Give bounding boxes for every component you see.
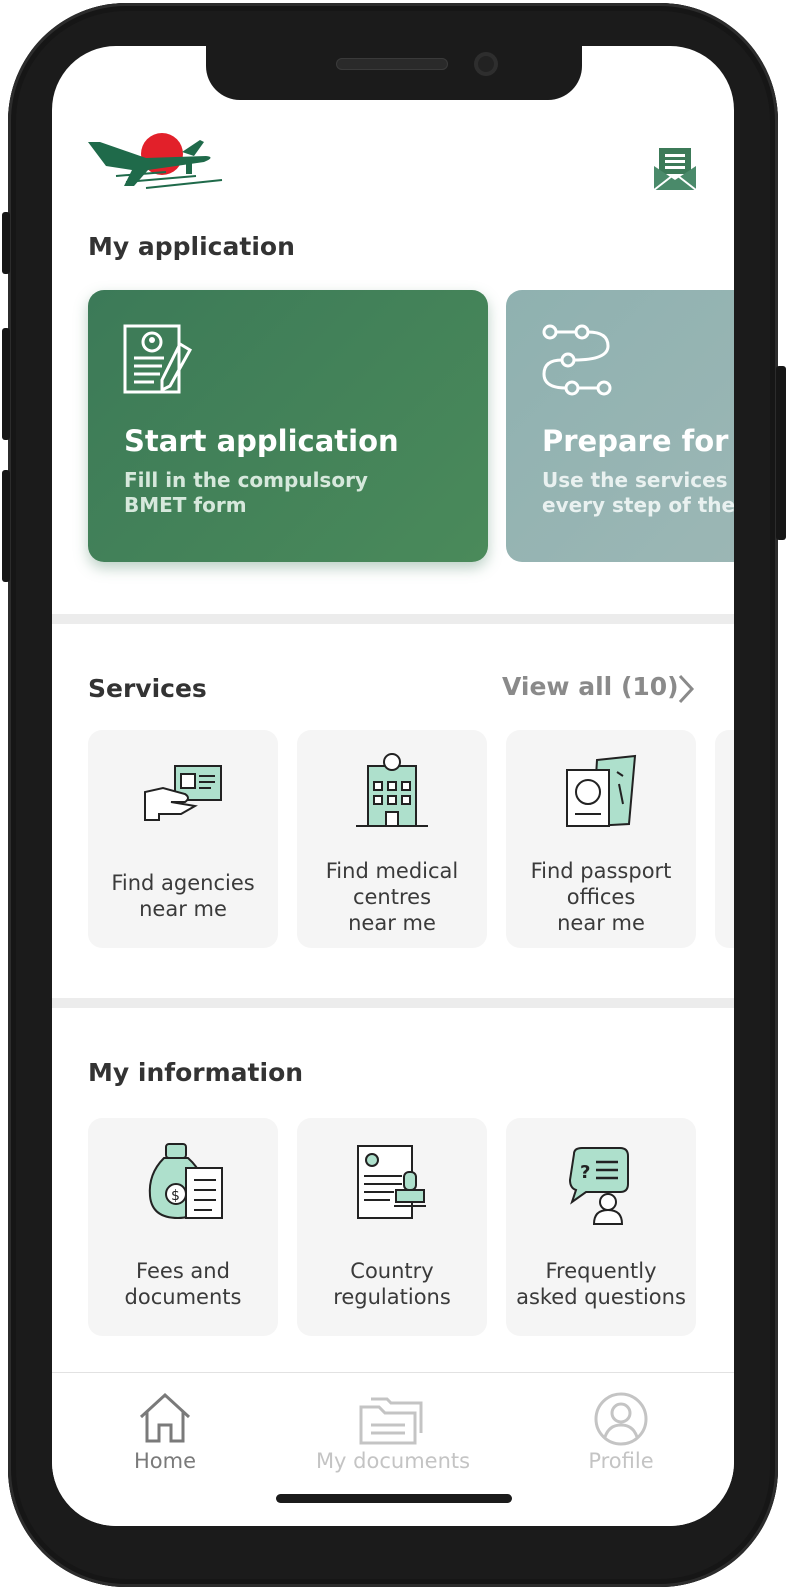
subtitle-line: every step of the way — [542, 493, 734, 517]
label-line: Fees and — [136, 1259, 230, 1283]
subtitle-line: BMET form — [124, 493, 247, 517]
volume-up-button — [2, 328, 10, 440]
airplane-sun-logo-icon — [88, 133, 223, 189]
label-line: near me — [557, 911, 645, 935]
application-form-icon — [123, 324, 193, 394]
tile-label: Find passport offices near me — [506, 858, 696, 936]
nav-my-documents[interactable]: My documents — [303, 1373, 483, 1483]
section-divider — [52, 614, 734, 624]
label-line: Find agencies — [111, 871, 255, 895]
info-tile-faq[interactable]: ? Frequently asked questions — [506, 1118, 696, 1336]
label-line: offices — [566, 885, 636, 909]
front-camera — [474, 52, 498, 76]
nav-documents-label: My documents — [315, 1449, 471, 1473]
prepare-title: Prepare for jobs — [542, 424, 734, 458]
steps-flow-icon — [542, 324, 612, 396]
label-line: centres — [352, 885, 432, 909]
my-information-heading: My information — [88, 1058, 304, 1087]
service-tile-passport[interactable]: Find passport offices near me — [506, 730, 696, 948]
label-line: Frequently — [545, 1259, 657, 1283]
tile-label: Fees and documents — [88, 1258, 278, 1310]
passport-icon — [566, 754, 637, 828]
nav-home[interactable]: Home — [75, 1373, 255, 1483]
label-line: Find medical — [325, 859, 459, 883]
label-line: asked questions — [516, 1285, 686, 1309]
money-bag-icon: $ — [148, 1143, 223, 1220]
start-application-subtitle: Fill in the compulsory BMET form — [124, 468, 368, 518]
info-tile-fees[interactable]: $ Fees and documents — [88, 1118, 278, 1336]
app-screen: My application Start application Fill in… — [52, 46, 734, 1526]
tile-label: Country regulations — [297, 1258, 487, 1310]
services-heading: Services — [88, 674, 207, 703]
label-line: near me — [139, 897, 227, 921]
home-indicator — [276, 1494, 512, 1503]
regulation-stamp-icon — [357, 1145, 426, 1219]
tile-label: Find agencies near me — [88, 870, 278, 922]
medical-centre-icon — [356, 753, 428, 827]
subtitle-line: Use the services to — [542, 468, 734, 492]
nav-profile-label: Profile — [588, 1449, 654, 1473]
my-application-heading: My application — [88, 232, 295, 261]
home-icon — [139, 1392, 191, 1443]
prepare-for-jobs-card[interactable]: Prepare for jobs Use the services to eve… — [506, 290, 734, 562]
view-all-link[interactable]: View all (10) — [502, 672, 679, 701]
profile-icon — [594, 1392, 648, 1446]
mute-switch — [2, 212, 10, 274]
nav-home-label: Home — [133, 1449, 196, 1473]
label-line: documents — [124, 1285, 242, 1309]
mail-open-icon[interactable] — [652, 146, 698, 192]
svg-text:?: ? — [580, 1162, 590, 1183]
label-line: regulations — [333, 1285, 451, 1309]
service-tile-medical[interactable]: Find medical centres near me — [297, 730, 487, 948]
section-divider — [52, 998, 734, 1008]
folder-icon — [359, 1397, 423, 1445]
service-tile-partial[interactable] — [715, 730, 734, 948]
volume-down-button — [2, 470, 10, 582]
label-line: near me — [348, 911, 436, 935]
service-tile-agencies[interactable]: Find agencies near me — [88, 730, 278, 948]
chevron-right-icon[interactable] — [674, 672, 698, 706]
info-tile-regulations[interactable]: Country regulations — [297, 1118, 487, 1336]
label-line: Country — [350, 1259, 434, 1283]
label-line: Find passport — [530, 859, 672, 883]
agency-card-icon — [144, 765, 222, 821]
subtitle-line: Fill in the compulsory — [124, 468, 368, 492]
tile-label: Find medical centres near me — [297, 858, 487, 936]
speaker — [336, 58, 448, 70]
tile-label: Frequently asked questions — [506, 1258, 696, 1310]
svg-text:$: $ — [171, 1188, 180, 1204]
start-application-card[interactable]: Start application Fill in the compulsory… — [88, 290, 488, 562]
power-button — [776, 366, 786, 540]
prepare-subtitle: Use the services to every step of the wa… — [542, 468, 734, 518]
faq-chat-icon: ? — [568, 1147, 629, 1225]
nav-profile[interactable]: Profile — [531, 1373, 711, 1483]
notch — [206, 46, 582, 100]
start-application-title: Start application — [124, 424, 399, 458]
